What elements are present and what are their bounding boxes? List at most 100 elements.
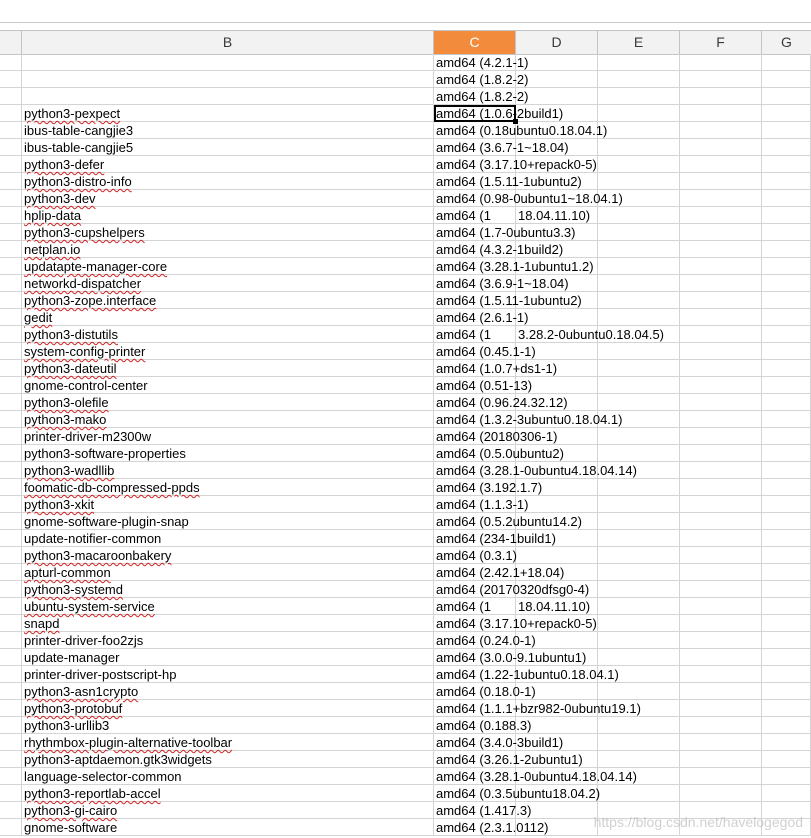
cell-b-package[interactable]: python3-dev	[22, 190, 434, 207]
cell-f[interactable]	[680, 275, 762, 292]
cell-c-version[interactable]: amd64 (1	[434, 207, 516, 224]
cell-e[interactable]	[598, 88, 680, 105]
cell-e[interactable]	[598, 547, 680, 564]
cell-g[interactable]	[762, 734, 811, 751]
cell-c-version[interactable]: amd64 (4.3.2-1build2)	[434, 241, 563, 258]
cell-b-package[interactable]: rhythmbox-plugin-alternative-toolbar	[22, 734, 434, 751]
cell-e[interactable]	[598, 683, 680, 700]
cell-g[interactable]	[762, 768, 811, 785]
cell-f[interactable]	[680, 768, 762, 785]
cell-c-version[interactable]: amd64 (234-1build1)	[434, 530, 556, 547]
cell-c-version[interactable]: amd64 (1	[434, 598, 516, 615]
row-header-cell[interactable]	[0, 700, 22, 717]
row-header-cell[interactable]	[0, 292, 22, 309]
cell-b-package[interactable]: foomatic-db-compressed-ppds	[22, 479, 434, 496]
cell-g[interactable]	[762, 496, 811, 513]
cell-g[interactable]	[762, 88, 811, 105]
cell-c-version[interactable]: amd64 (3.6.7-1~18.04)	[434, 139, 569, 156]
cell-c-version[interactable]: amd64 (0.51-13)	[434, 377, 532, 394]
fill-handle[interactable]	[513, 119, 518, 124]
cell-e[interactable]	[598, 207, 680, 224]
cell-b-package[interactable]: python3-zope.interface	[22, 292, 434, 309]
cell-f[interactable]	[680, 377, 762, 394]
cell-b-package[interactable]: python3-defer	[22, 156, 434, 173]
cell-c-version[interactable]: amd64 (0.45.1-1)	[434, 343, 536, 360]
cell-e[interactable]	[598, 598, 680, 615]
cell-e[interactable]	[598, 377, 680, 394]
cell-b-package[interactable]: python3-software-properties	[22, 445, 434, 462]
cell-g[interactable]	[762, 377, 811, 394]
row-header-cell[interactable]	[0, 411, 22, 428]
cell-b-package[interactable]	[22, 88, 434, 105]
cell-e[interactable]	[598, 173, 680, 190]
cell-b-package[interactable]	[22, 71, 434, 88]
column-header-b[interactable]: B	[22, 31, 434, 54]
cell-g[interactable]	[762, 343, 811, 360]
row-header-cell[interactable]	[0, 224, 22, 241]
cell-f[interactable]	[680, 445, 762, 462]
row-header-cell[interactable]	[0, 564, 22, 581]
row-header-cell[interactable]	[0, 190, 22, 207]
cell-f[interactable]	[680, 632, 762, 649]
row-header-cell[interactable]	[0, 394, 22, 411]
cell-g[interactable]	[762, 54, 811, 71]
cell-c-version[interactable]: amd64 (2.6.1-1)	[434, 309, 529, 326]
cell-g[interactable]	[762, 632, 811, 649]
cell-e[interactable]	[598, 530, 680, 547]
cell-f[interactable]	[680, 411, 762, 428]
row-header-cell[interactable]	[0, 275, 22, 292]
cell-g[interactable]	[762, 700, 811, 717]
cell-f[interactable]	[680, 785, 762, 802]
row-header-cell[interactable]	[0, 581, 22, 598]
cell-b-package[interactable]: python3-pexpect	[22, 105, 434, 122]
cell-f[interactable]	[680, 734, 762, 751]
cell-c-version[interactable]: amd64 (1.5.11-1ubuntu2)	[434, 173, 582, 190]
cell-b-package[interactable]: python3-asn1crypto	[22, 683, 434, 700]
cell-g[interactable]	[762, 683, 811, 700]
cell-f[interactable]	[680, 207, 762, 224]
cell-d[interactable]: 3.28.2-0ubuntu0.18.04.5)	[516, 326, 664, 343]
cell-f[interactable]	[680, 139, 762, 156]
row-header-cell[interactable]	[0, 649, 22, 666]
row-header-cell[interactable]	[0, 632, 22, 649]
cell-e[interactable]	[598, 479, 680, 496]
cell-f[interactable]	[680, 122, 762, 139]
cell-f[interactable]	[680, 173, 762, 190]
cell-g[interactable]	[762, 241, 811, 258]
row-header-cell[interactable]	[0, 241, 22, 258]
select-all-corner[interactable]	[0, 31, 22, 54]
cell-g[interactable]	[762, 394, 811, 411]
row-header-cell[interactable]	[0, 156, 22, 173]
cell-f[interactable]	[680, 700, 762, 717]
cell-b-package[interactable]: printer-driver-m2300w	[22, 428, 434, 445]
cell-g[interactable]	[762, 71, 811, 88]
cell-f[interactable]	[680, 649, 762, 666]
row-header-cell[interactable]	[0, 496, 22, 513]
cell-g[interactable]	[762, 530, 811, 547]
cell-f[interactable]	[680, 190, 762, 207]
cell-g[interactable]	[762, 326, 811, 343]
cell-e[interactable]	[598, 241, 680, 258]
cell-b-package[interactable]: updatapte-manager-core	[22, 258, 434, 275]
cell-c-version[interactable]: amd64 (3.28.1-0ubuntu4.18.04.14)	[434, 768, 637, 785]
cell-e[interactable]	[598, 343, 680, 360]
cell-g[interactable]	[762, 156, 811, 173]
cell-f[interactable]	[680, 513, 762, 530]
cell-b-package[interactable]: python3-aptdaemon.gtk3widgets	[22, 751, 434, 768]
cell-g[interactable]	[762, 190, 811, 207]
cell-e[interactable]	[598, 105, 680, 122]
row-header-cell[interactable]	[0, 122, 22, 139]
cell-f[interactable]	[680, 496, 762, 513]
cell-b-package[interactable]: python3-systemd	[22, 581, 434, 598]
cell-b-package[interactable]: snapd	[22, 615, 434, 632]
row-header-cell[interactable]	[0, 309, 22, 326]
cell-e[interactable]	[598, 54, 680, 71]
row-header-cell[interactable]	[0, 530, 22, 547]
cell-g[interactable]	[762, 547, 811, 564]
cell-g[interactable]	[762, 105, 811, 122]
cell-f[interactable]	[680, 326, 762, 343]
row-header-cell[interactable]	[0, 717, 22, 734]
cell-g[interactable]	[762, 292, 811, 309]
cell-c-version[interactable]: amd64 (3.192.1.7)	[434, 479, 542, 496]
row-header-cell[interactable]	[0, 54, 22, 71]
